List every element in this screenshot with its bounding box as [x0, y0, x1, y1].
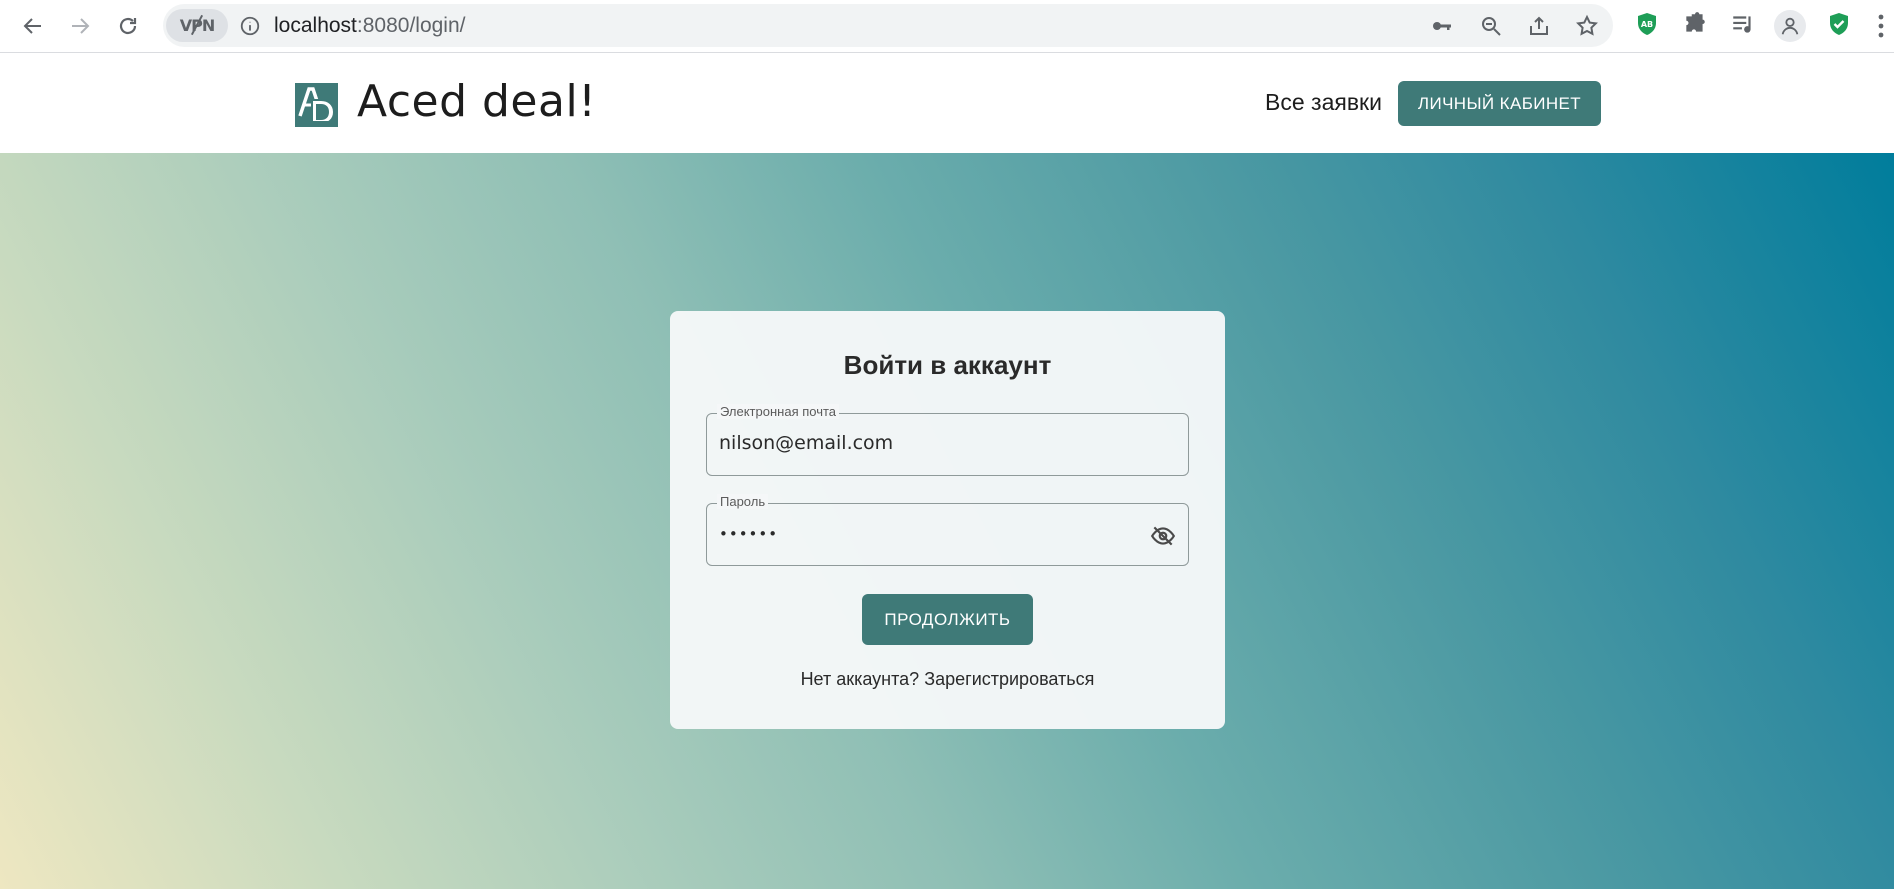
info-icon[interactable] [239, 15, 261, 37]
email-label: Электронная почта [717, 404, 840, 419]
address-bar[interactable]: VPN localhost:8080/login/ [163, 4, 1613, 47]
svg-text:AB: AB [1641, 20, 1653, 29]
continue-button[interactable]: ПРОДОЛЖИТЬ [862, 594, 1033, 645]
login-title: Войти в аккаунт [843, 350, 1052, 380]
personal-cabinet-button[interactable]: ЛИЧНЫЙ КАБИНЕТ [1398, 81, 1601, 126]
password-label: Пароль [717, 494, 769, 509]
back-icon[interactable] [17, 10, 49, 42]
email-value: nilson@email.com [719, 432, 894, 454]
bookmark-star-icon[interactable] [1575, 14, 1599, 38]
no-account-text: Нет аккаунта? [800, 669, 920, 689]
profile-icon [1781, 17, 1799, 35]
password-field[interactable]: Пароль •••••• [706, 494, 1189, 566]
reload-icon[interactable] [112, 10, 144, 42]
adblock-icon[interactable]: AB [1634, 11, 1660, 37]
password-value: •••••• [719, 525, 779, 543]
profile-button[interactable] [1774, 10, 1806, 42]
url-host: localhost [274, 14, 357, 37]
logo-icon[interactable] [295, 83, 338, 127]
media-queue-icon[interactable] [1730, 11, 1756, 37]
password-visibility-icon[interactable] [1150, 523, 1176, 549]
register-prompt: Нет аккаунта? Зарегистрироваться [670, 669, 1225, 690]
vpn-button[interactable]: VPN [166, 9, 228, 42]
key-icon[interactable] [1430, 14, 1454, 38]
site-header: Aced deal! Все заявки ЛИЧНЫЙ КАБИНЕТ [0, 54, 1894, 153]
nav-link-all-requests[interactable]: Все заявки [1265, 89, 1382, 116]
url-path: :8080/login/ [356, 14, 466, 37]
forward-icon[interactable] [64, 10, 96, 42]
share-icon[interactable] [1527, 14, 1551, 38]
brand-title[interactable]: Aced deal! [357, 76, 596, 127]
extensions-puzzle-icon[interactable] [1682, 11, 1708, 37]
login-card: Войти в аккаунт Электронная почта nilson… [670, 311, 1225, 729]
security-shield-icon[interactable] [1826, 11, 1852, 37]
register-link[interactable]: Зарегистрироваться [924, 669, 1094, 689]
browser-toolbar: VPN localhost:8080/login/ AB [0, 0, 1894, 53]
zoom-out-icon[interactable] [1479, 14, 1503, 38]
url-text[interactable]: localhost:8080/login/ [274, 14, 465, 38]
browser-menu-icon[interactable] [1876, 13, 1886, 39]
email-field[interactable]: Электронная почта nilson@email.com [706, 404, 1189, 476]
